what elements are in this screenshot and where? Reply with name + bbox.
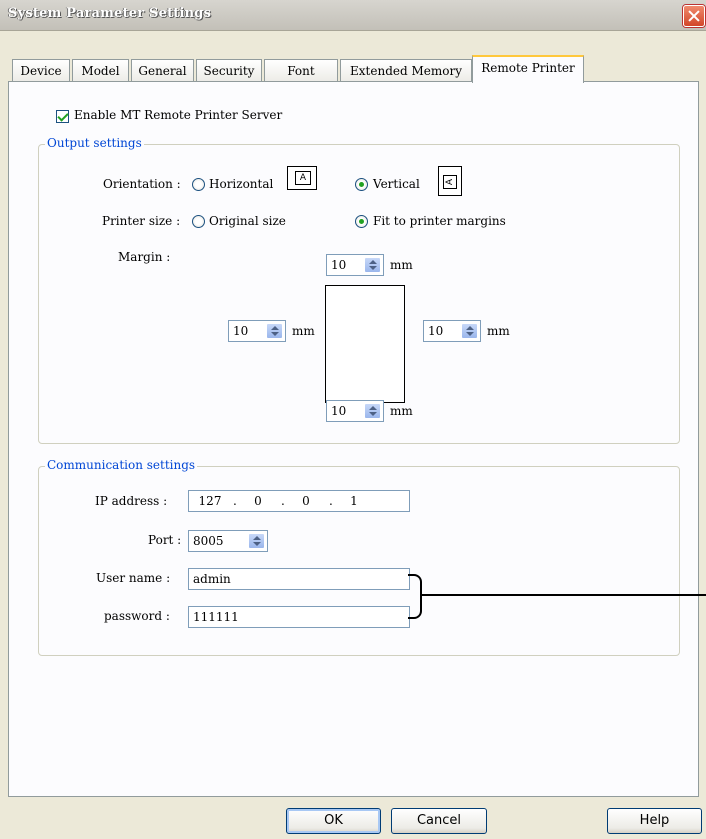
radio-original-size-label[interactable]: Original size xyxy=(209,214,286,228)
radio-vertical[interactable] xyxy=(355,178,368,191)
margin-left-unit: mm xyxy=(292,324,315,338)
radio-fit-to-margins[interactable] xyxy=(355,215,368,228)
help-button[interactable]: Help xyxy=(607,808,702,834)
port-label: Port : xyxy=(148,533,182,547)
margin-bottom-unit: mm xyxy=(390,404,413,418)
tab-device[interactable]: Device xyxy=(12,59,70,82)
annotation-line xyxy=(421,594,706,596)
window-title: System Parameter Settings xyxy=(8,6,212,21)
radio-horizontal-label[interactable]: Horizontal xyxy=(209,177,273,191)
username-label: User name : xyxy=(96,571,171,585)
radio-fit-to-margins-label[interactable]: Fit to printer margins xyxy=(373,214,506,228)
enable-server-label[interactable]: Enable MT Remote Printer Server xyxy=(74,108,282,122)
tab-extended-memory[interactable]: Extended Memory xyxy=(340,59,472,82)
page-preview xyxy=(325,285,405,403)
radio-vertical-label[interactable]: Vertical xyxy=(373,177,420,191)
ip-address-label: IP address : xyxy=(95,494,168,508)
margin-top-stepper[interactable]: 10 xyxy=(326,254,384,276)
stepper-arrows-icon[interactable] xyxy=(364,403,381,419)
tab-font[interactable]: Font xyxy=(264,59,338,82)
margin-label: Margin : xyxy=(118,250,171,264)
margin-right-unit: mm xyxy=(487,324,510,338)
stepper-arrows-icon[interactable] xyxy=(266,323,283,339)
communication-settings-legend: Communication settings xyxy=(45,458,198,472)
margin-left-stepper[interactable]: 10 xyxy=(228,320,286,342)
cancel-button[interactable]: Cancel xyxy=(391,808,487,834)
stepper-arrows-icon[interactable] xyxy=(248,533,265,549)
password-field[interactable]: 111111 xyxy=(188,606,410,628)
enable-server-checkbox[interactable] xyxy=(56,110,69,123)
ok-button[interactable]: OK xyxy=(286,808,381,834)
annotation-bracket xyxy=(408,574,422,619)
tab-remote-printer[interactable]: Remote Printer xyxy=(472,55,584,83)
radio-horizontal[interactable] xyxy=(192,178,205,191)
dialog-window: System Parameter Settings Device Model G… xyxy=(0,0,706,839)
output-settings-legend: Output settings xyxy=(45,136,144,150)
radio-original-size[interactable] xyxy=(192,215,205,228)
horizontal-orientation-icon: A xyxy=(287,166,317,190)
ip-address-field[interactable]: 127 . 0 . 0 . 1 xyxy=(188,490,410,512)
margin-top-unit: mm xyxy=(390,258,413,272)
stepper-arrows-icon[interactable] xyxy=(364,257,381,273)
margin-bottom-stepper[interactable]: 10 xyxy=(326,400,384,422)
port-stepper[interactable]: 8005 xyxy=(188,530,268,552)
tab-model[interactable]: Model xyxy=(72,59,129,82)
stepper-arrows-icon[interactable] xyxy=(461,323,478,339)
title-bar[interactable]: System Parameter Settings xyxy=(0,0,706,31)
tab-security[interactable]: Security xyxy=(196,59,262,82)
username-field[interactable]: admin xyxy=(188,568,410,590)
tab-general[interactable]: General xyxy=(131,59,194,82)
close-icon[interactable] xyxy=(683,5,705,27)
orientation-label: Orientation : xyxy=(103,177,181,191)
password-label: password : xyxy=(104,609,170,623)
margin-right-stepper[interactable]: 10 xyxy=(423,320,481,342)
printer-size-label: Printer size : xyxy=(102,214,181,228)
vertical-orientation-icon: A xyxy=(438,166,462,196)
